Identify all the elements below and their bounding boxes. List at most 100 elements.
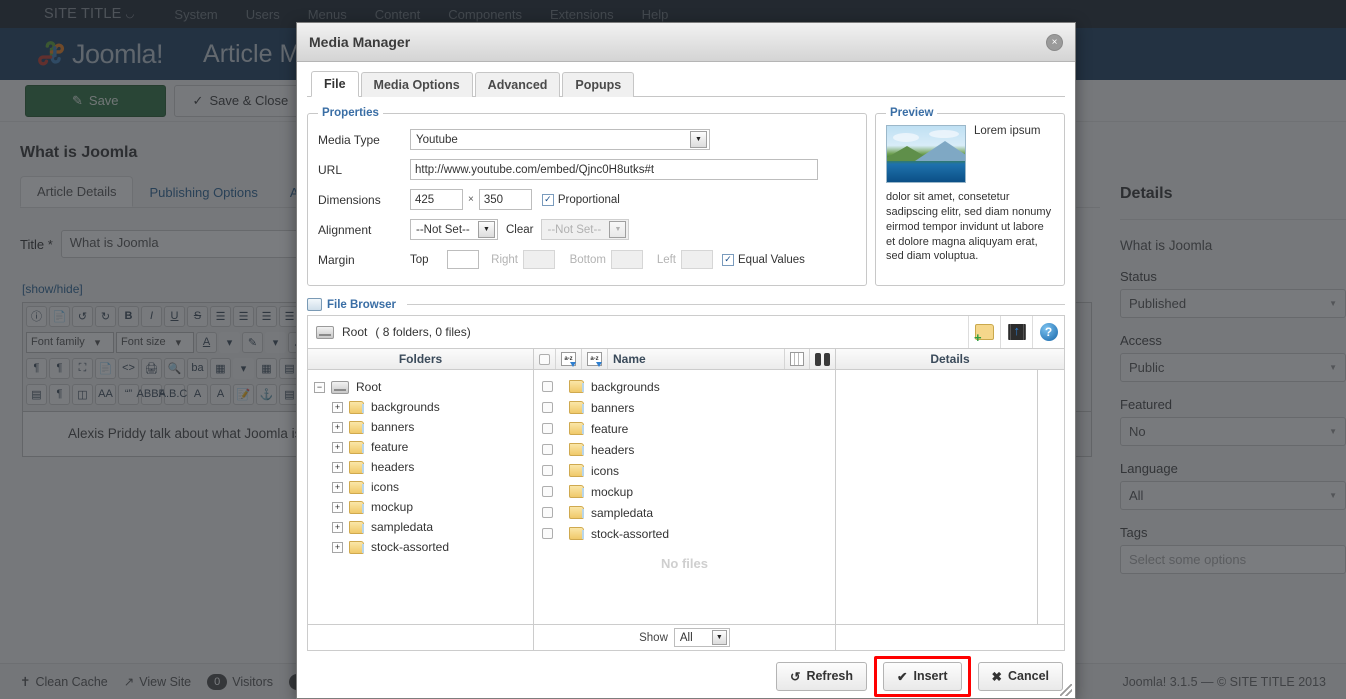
list-item[interactable]: feature xyxy=(534,418,835,439)
detail-view-button[interactable] xyxy=(810,349,835,369)
details-scroll-area[interactable] xyxy=(1038,370,1064,624)
upload-media-button[interactable] xyxy=(1000,316,1032,348)
tree-node-root[interactable]: − Root xyxy=(314,377,533,397)
collapse-icon[interactable]: − xyxy=(314,381,325,393)
row-checkbox[interactable] xyxy=(542,507,553,518)
select-all-checkbox[interactable] xyxy=(539,353,550,365)
list-view-button[interactable] xyxy=(785,349,810,369)
list-item[interactable]: mockup xyxy=(534,481,835,502)
tree-node-stock-assorted[interactable]: + stock-assorted xyxy=(314,537,533,557)
folder-icon xyxy=(569,506,584,519)
equal-values-group[interactable]: ✓ Equal Values xyxy=(722,253,805,266)
expand-icon[interactable]: + xyxy=(332,481,343,493)
chevron-down-icon: ▼ xyxy=(690,131,707,148)
margin-top-input[interactable] xyxy=(447,250,479,269)
proportional-checkbox[interactable]: ✓ xyxy=(541,193,554,206)
expand-icon[interactable]: + xyxy=(332,441,343,453)
sort-descending-button[interactable]: a-z xyxy=(582,349,608,369)
cancel-button[interactable]: ✖ Cancel xyxy=(977,661,1063,691)
tree-node-label: Root xyxy=(356,380,382,394)
files-column-header: a-z a-z Name xyxy=(534,349,835,370)
tree-node-headers[interactable]: + headers xyxy=(314,457,533,477)
folder-icon xyxy=(569,485,584,498)
width-input[interactable]: 425 xyxy=(410,189,463,210)
folder-icon xyxy=(349,520,364,534)
margin-left-input[interactable] xyxy=(681,250,713,269)
list-item[interactable]: backgrounds xyxy=(534,376,835,397)
dialog-titlebar[interactable]: Media Manager × xyxy=(297,23,1075,62)
url-input[interactable]: http://www.youtube.com/embed/Qjnc0H8utks… xyxy=(410,159,818,180)
show-filter-cell: Show All ▼ xyxy=(534,625,836,650)
media-type-label: Media Type xyxy=(318,132,380,147)
preview-fieldset: Preview Lorem ipsum dolor sit amet, cons… xyxy=(875,107,1065,286)
proportional-checkbox-group[interactable]: ✓ Proportional xyxy=(541,193,620,206)
tree-node-icons[interactable]: + icons xyxy=(314,477,533,497)
tab-popups[interactable]: Popups xyxy=(562,72,635,97)
tree-node-feature[interactable]: + feature xyxy=(314,437,533,457)
list-item[interactable]: stock-assorted xyxy=(534,523,835,544)
expand-icon[interactable]: + xyxy=(332,401,343,413)
list-item[interactable]: banners xyxy=(534,397,835,418)
alignment-select[interactable]: --Not Set-- ▼ xyxy=(410,219,498,240)
row-checkbox[interactable] xyxy=(542,444,553,455)
create-folder-button[interactable] xyxy=(968,316,1000,348)
margin-bottom-input[interactable] xyxy=(611,250,643,269)
insert-button-label: Insert xyxy=(913,669,948,683)
current-path[interactable]: Root xyxy=(342,325,367,339)
tree-node-backgrounds[interactable]: + backgrounds xyxy=(314,397,533,417)
row-checkbox[interactable] xyxy=(542,423,553,434)
file-browser-grid: Folders − Root + backgrounds + banners +… xyxy=(307,349,1065,625)
check-icon: ✔ xyxy=(896,669,908,684)
media-type-select[interactable]: Youtube ▼ xyxy=(410,129,710,150)
tree-node-sampledata[interactable]: + sampledata xyxy=(314,517,533,537)
sort-az-icon: a-z xyxy=(561,352,576,367)
preview-caption: Lorem ipsum xyxy=(974,125,1041,137)
url-row: URL http://www.youtube.com/embed/Qjnc0H8… xyxy=(318,155,856,184)
tab-media-options[interactable]: Media Options xyxy=(360,72,473,97)
show-select[interactable]: All ▼ xyxy=(673,628,730,647)
resize-grip[interactable] xyxy=(1060,684,1072,696)
dimensions-label: Dimensions xyxy=(318,192,381,207)
row-checkbox[interactable] xyxy=(542,486,553,497)
folder-tree-pane[interactable]: − Root + backgrounds + banners + feature… xyxy=(308,370,533,624)
expand-icon[interactable]: + xyxy=(332,541,343,553)
details-column: Details xyxy=(836,349,1064,624)
proportional-label: Proportional xyxy=(557,193,620,206)
list-item[interactable]: sampledata xyxy=(534,502,835,523)
row-checkbox[interactable] xyxy=(542,402,553,413)
insert-button-highlight: ✔ Insert xyxy=(873,655,971,697)
drive-icon xyxy=(316,325,334,339)
help-icon: ? xyxy=(1039,323,1058,341)
row-checkbox[interactable] xyxy=(542,381,553,392)
expand-icon[interactable]: + xyxy=(332,461,343,473)
sort-ascending-button[interactable]: a-z xyxy=(556,349,582,369)
expand-icon[interactable]: + xyxy=(332,521,343,533)
close-icon[interactable]: × xyxy=(1046,33,1063,51)
list-item[interactable]: icons xyxy=(534,460,835,481)
tree-node-banners[interactable]: + banners xyxy=(314,417,533,437)
folder-icon xyxy=(569,464,584,477)
margin-left-label: Left xyxy=(656,253,676,266)
folder-icon xyxy=(569,401,584,414)
height-input[interactable]: 350 xyxy=(478,189,532,210)
folder-icon xyxy=(569,527,584,540)
tab-file[interactable]: File xyxy=(311,71,359,97)
refresh-icon: ↺ xyxy=(789,669,801,684)
tree-node-mockup[interactable]: + mockup xyxy=(314,497,533,517)
row-checkbox[interactable] xyxy=(542,465,553,476)
help-button[interactable]: ? xyxy=(1032,316,1064,348)
equal-values-checkbox[interactable]: ✓ xyxy=(722,253,734,266)
select-all-cell[interactable] xyxy=(534,349,556,369)
margin-right-input[interactable] xyxy=(523,250,555,269)
file-list-pane[interactable]: backgrounds banners feature headers icon… xyxy=(534,370,835,624)
row-checkbox[interactable] xyxy=(542,528,553,539)
refresh-button[interactable]: ↺ Refresh xyxy=(775,661,867,691)
list-item[interactable]: headers xyxy=(534,439,835,460)
name-column-header[interactable]: Name xyxy=(608,349,785,369)
tab-advanced[interactable]: Advanced xyxy=(474,72,561,97)
clear-select[interactable]: --Not Set-- ▼ xyxy=(541,219,630,240)
expand-icon[interactable]: + xyxy=(332,421,343,433)
media-manager-dialog: Media Manager × File Media Options Advan… xyxy=(296,22,1076,699)
expand-icon[interactable]: + xyxy=(332,501,343,513)
insert-button[interactable]: ✔ Insert xyxy=(882,661,962,691)
